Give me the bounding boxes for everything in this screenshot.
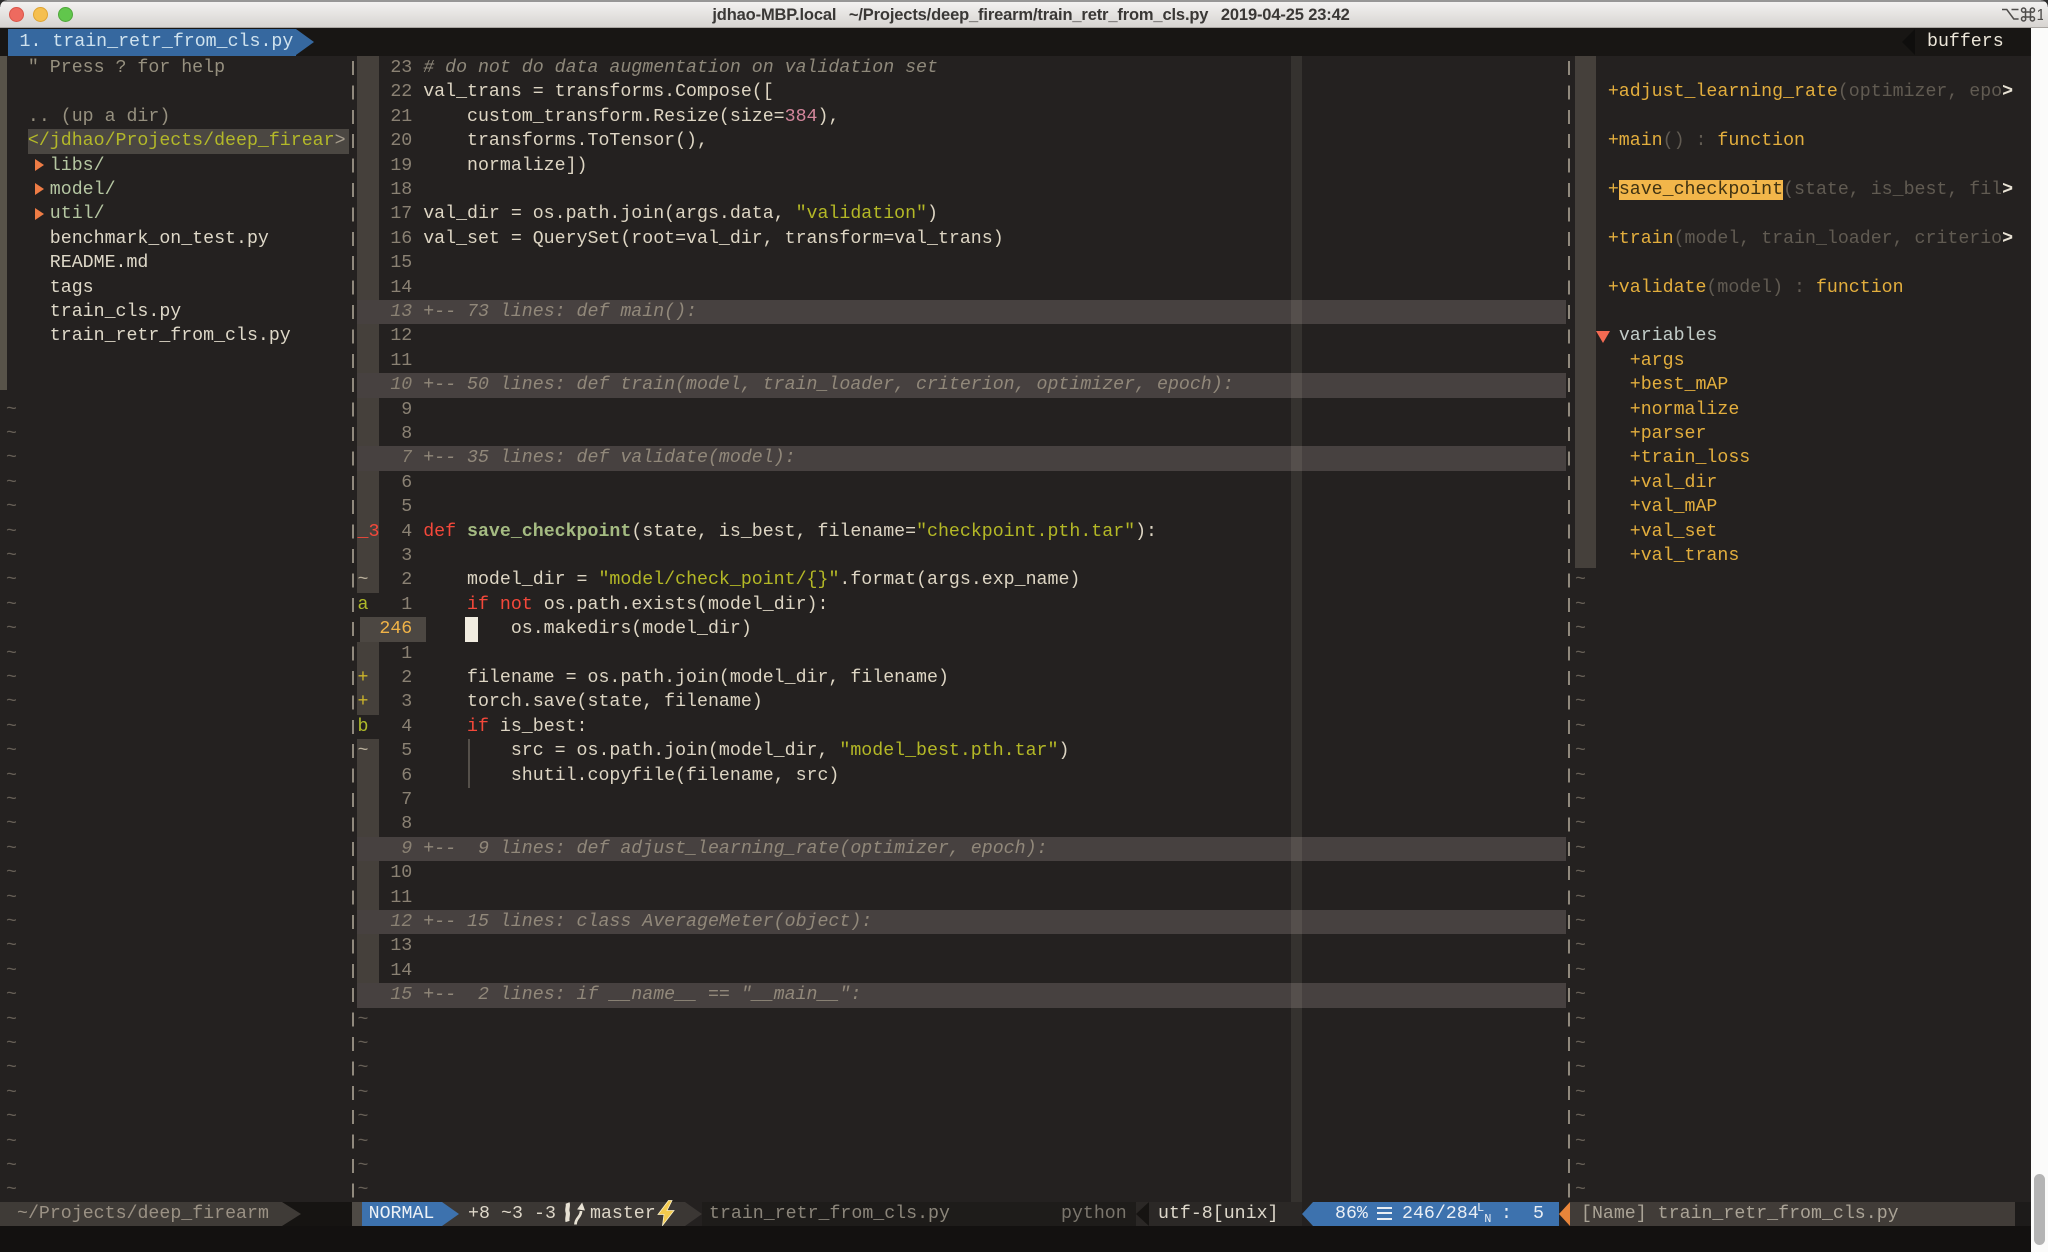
svg-text:1: 1 bbox=[2037, 7, 2044, 23]
